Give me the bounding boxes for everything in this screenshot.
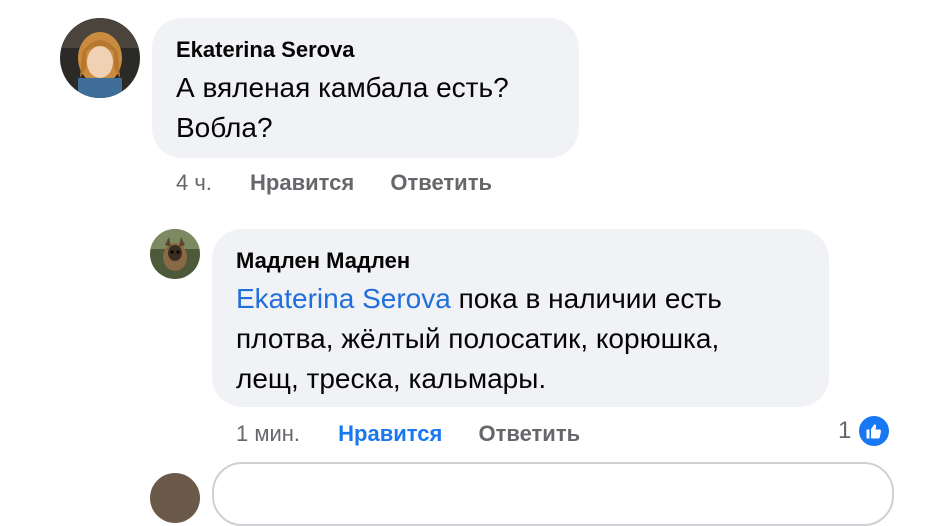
comment-actions: 4 ч. Нравится Ответить xyxy=(176,170,492,196)
avatar-madlen-madlen[interactable] xyxy=(150,229,200,279)
reply-reactions[interactable]: 1 xyxy=(838,414,892,448)
comment-author-name[interactable]: Ekaterina Serova xyxy=(176,37,355,63)
reply-author-name[interactable]: Мадлен Мадлен xyxy=(236,248,410,274)
reply-timestamp[interactable]: 1 мин. xyxy=(236,421,300,446)
comment-reply-button[interactable]: Ответить xyxy=(390,170,492,195)
reply-like-button[interactable]: Нравится xyxy=(338,421,442,446)
reply-text-line-2: плотва, жёлтый полосатик, корюшка, xyxy=(236,323,720,354)
reply-text: Ekaterina Serova пока в наличии есть пло… xyxy=(236,279,722,399)
thumbs-up-icon xyxy=(857,414,892,448)
reply-input-box[interactable] xyxy=(212,462,894,526)
mention-link[interactable]: Ekaterina Serova xyxy=(236,283,451,314)
comment-timestamp[interactable]: 4 ч. xyxy=(176,170,212,195)
reply-reply-button[interactable]: Ответить xyxy=(478,421,580,446)
reply-actions: 1 мин. Нравится Ответить xyxy=(236,421,580,447)
reaction-count: 1 xyxy=(838,417,852,444)
comment-text: А вяленая камбала есть? Вобла? xyxy=(176,68,509,148)
reply-text-line-1-rest: пока в наличии есть xyxy=(450,283,722,314)
comment-text-line-1: А вяленая камбала есть? xyxy=(176,72,509,103)
comment-text-line-2: Вобла? xyxy=(176,112,273,143)
reply-text-line-1: Ekaterina Serova пока в наличии есть xyxy=(236,279,722,319)
avatar-ekaterina-serova[interactable] xyxy=(60,18,140,98)
reply-text-line-3: лещ, треска, кальмары. xyxy=(236,363,547,394)
comment-like-button[interactable]: Нравится xyxy=(250,170,354,195)
